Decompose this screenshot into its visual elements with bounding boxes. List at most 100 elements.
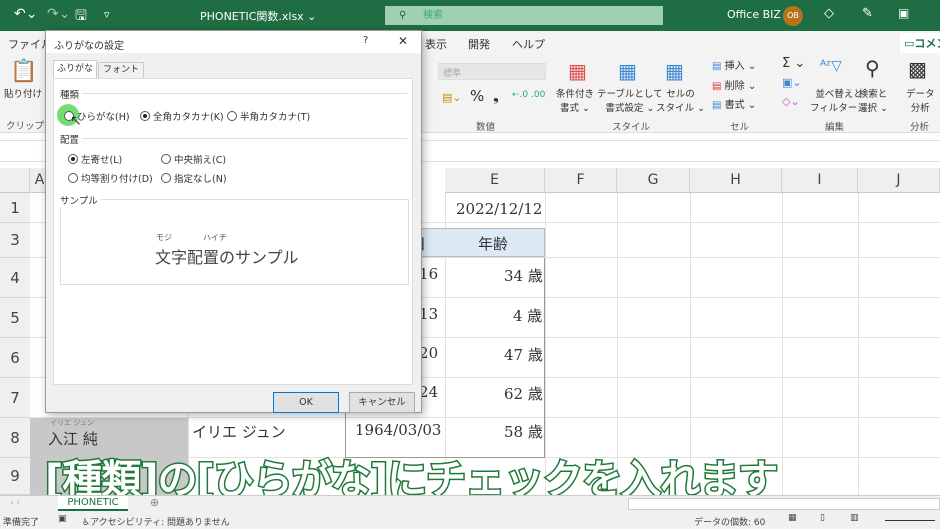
- tab-furigana[interactable]: ふりがな: [53, 60, 97, 79]
- row-header[interactable]: 1: [0, 193, 30, 223]
- cell-e7[interactable]: 62 歳: [504, 383, 543, 404]
- column-header[interactable]: G: [617, 168, 690, 193]
- row-header[interactable]: 4: [0, 258, 30, 298]
- radio-label: 左寄せ(L): [81, 155, 123, 166]
- column-header[interactable]: I: [782, 168, 858, 193]
- format-icon: ▤: [712, 100, 722, 111]
- search-icon: ⚲: [399, 10, 407, 21]
- radio-label: 半角カタカナ(T): [240, 112, 311, 123]
- comma-button[interactable]: ❟: [493, 87, 499, 105]
- help-button[interactable]: ?: [363, 35, 368, 46]
- redo-button[interactable]: ↷⌄: [47, 6, 70, 22]
- column-header[interactable]: H: [690, 168, 782, 193]
- dialog-tab-panel: 種類 ひらがな(H) ↖ 全角カタカナ(K) 半角カタカナ(T) 配置 左寄せ(…: [53, 78, 413, 385]
- row-header[interactable]: 9: [0, 458, 30, 495]
- conditional-format-button[interactable]: 条件付き 書式 ⌄: [556, 86, 594, 114]
- column-header[interactable]: E: [445, 168, 545, 193]
- macro-record-icon[interactable]: ▣: [58, 514, 67, 524]
- row-header[interactable]: 7: [0, 378, 30, 418]
- close-button[interactable]: ✕: [398, 34, 408, 48]
- pen-icon[interactable]: ✎: [862, 6, 873, 21]
- group-style: スタイル: [612, 122, 651, 133]
- sheet-tab-phonetic[interactable]: PHONETIC: [58, 496, 128, 511]
- radio-icon: [140, 111, 150, 121]
- table-format-button[interactable]: テーブルとして 書式設定 ⌄: [597, 86, 663, 114]
- cell-e3[interactable]: 年齢: [478, 233, 508, 254]
- format-button[interactable]: ▤ 書式 ⌄: [712, 96, 756, 111]
- sheet-nav-icon[interactable]: ‹ ›: [10, 498, 20, 508]
- diamond-icon[interactable]: ◇: [824, 6, 834, 21]
- select-all[interactable]: [0, 168, 30, 193]
- tab-view[interactable]: 表示: [425, 36, 447, 52]
- dialog-title: ふりがなの設定: [54, 41, 124, 52]
- ok-button[interactable]: OK: [273, 392, 339, 413]
- ribbon-display-icon[interactable]: ▣: [898, 6, 909, 20]
- horizontal-scrollbar[interactable]: [628, 498, 940, 510]
- radio-fullwidth-katakana[interactable]: 全角カタカナ(K): [140, 109, 224, 123]
- cell-e1[interactable]: 2022/12/12: [456, 200, 542, 218]
- cell-c8[interactable]: イリエ ジュン: [192, 421, 286, 442]
- paste-icon[interactable]: 📋: [10, 59, 37, 84]
- cell-e4[interactable]: 34 歳: [504, 265, 543, 286]
- sample-ruby-1: モジ: [156, 233, 172, 242]
- autosum-button[interactable]: Σ ⌄: [782, 56, 805, 71]
- sheet-tabs-bar: ‹ › PHONETIC ⊕: [0, 495, 940, 512]
- percent-button[interactable]: %: [470, 87, 484, 105]
- insert-button[interactable]: ▤ 挿入 ⌄: [712, 57, 756, 72]
- row-header[interactable]: 8: [0, 418, 30, 458]
- row-header[interactable]: 3: [0, 223, 30, 258]
- comment-button[interactable]: ▭コメント: [900, 33, 940, 53]
- column-header[interactable]: J: [858, 168, 940, 193]
- cell-b8[interactable]: 入江 純: [48, 428, 98, 449]
- tab-help[interactable]: ヘルプ: [512, 36, 545, 52]
- page-layout-icon[interactable]: ▯: [820, 513, 825, 523]
- accessibility-status[interactable]: ♿アクセシビリティ: 問題ありません: [82, 515, 230, 528]
- cell-e5[interactable]: 4 歳: [513, 305, 542, 326]
- avatar[interactable]: OB: [783, 6, 803, 26]
- radio-icon: [68, 173, 78, 183]
- page-break-icon[interactable]: ▥: [850, 513, 859, 523]
- file-name[interactable]: PHONETIC関数.xlsx ⌄: [200, 8, 316, 24]
- qat-customize-icon[interactable]: ▿: [104, 8, 110, 21]
- clear-icon[interactable]: ◇⌄: [782, 95, 800, 108]
- cell-d8[interactable]: 1964/03/03: [355, 421, 441, 439]
- increase-decimal-icon[interactable]: ⇠.0 .00: [512, 90, 545, 100]
- delete-button[interactable]: ▤ 削除 ⌄: [712, 77, 756, 92]
- radio-none[interactable]: 指定なし(N): [161, 171, 227, 185]
- cell-e8[interactable]: 58 歳: [504, 421, 543, 442]
- tab-font[interactable]: フォント: [98, 62, 144, 79]
- radio-label: ひらがな(H): [77, 112, 130, 123]
- radio-icon: [227, 111, 237, 121]
- sample-ruby-2: ハイチ: [203, 233, 227, 242]
- cell-e6[interactable]: 47 歳: [504, 344, 543, 365]
- number-format-select[interactable]: 標準: [438, 63, 546, 80]
- group-number: 数値: [476, 122, 496, 133]
- radio-center[interactable]: 中央揃え(C): [161, 152, 226, 166]
- find-select-button[interactable]: 検索と 選択 ⌄: [858, 86, 888, 114]
- mouse-cursor-icon: ↖: [70, 113, 82, 129]
- delete-icon: ▤: [712, 81, 722, 92]
- sort-filter-icon: ᴬᶻ▽: [820, 58, 842, 74]
- data-analysis-button[interactable]: データ 分析: [906, 86, 935, 114]
- save-icon[interactable]: 🖫: [75, 5, 87, 29]
- tab-developer[interactable]: 開発: [468, 36, 490, 52]
- currency-icon[interactable]: ▤⌄: [442, 91, 462, 104]
- radio-left[interactable]: 左寄せ(L): [68, 152, 122, 166]
- cell-style-button[interactable]: セルの スタイル ⌄: [656, 86, 705, 114]
- status-count: データの個数: 60: [694, 518, 766, 528]
- radio-halfwidth-katakana[interactable]: 半角カタカナ(T): [227, 109, 310, 123]
- search-input[interactable]: ⚲ 検索: [385, 6, 663, 25]
- fill-icon[interactable]: ▣⌄: [782, 76, 802, 89]
- normal-view-icon[interactable]: ▦: [788, 513, 797, 523]
- undo-button[interactable]: ↶⌄: [14, 6, 37, 22]
- sample-label: サンプル: [60, 193, 101, 207]
- cancel-button[interactable]: キャンセル: [349, 392, 415, 413]
- delete-label: 削除 ⌄: [724, 81, 757, 92]
- column-header[interactable]: F: [545, 168, 617, 193]
- add-sheet-button[interactable]: ⊕: [150, 496, 159, 509]
- zoom-slider[interactable]: [885, 520, 935, 521]
- paste-button[interactable]: 貼り付け: [4, 86, 42, 100]
- row-header[interactable]: 6: [0, 338, 30, 378]
- radio-distributed[interactable]: 均等割り付け(D): [68, 171, 153, 185]
- row-header[interactable]: 5: [0, 298, 30, 338]
